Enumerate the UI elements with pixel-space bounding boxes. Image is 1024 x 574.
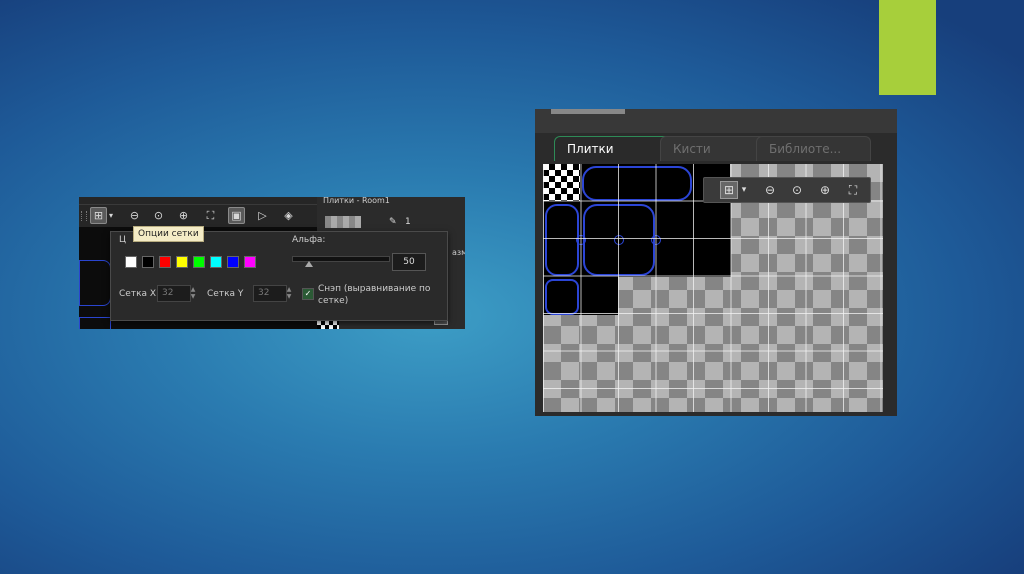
color-label: Ц: [119, 235, 126, 245]
canvas-toolbar: ⊞ ▾ ⊖ ⊙ ⊕ ⛶: [703, 177, 871, 203]
zoom-in-icon: ⊕: [178, 209, 189, 222]
panel-title: Плитки - Room1: [323, 197, 390, 205]
grid-dropdown-button[interactable]: ▾: [107, 207, 115, 224]
fullscreen-icon: ⛶: [206, 209, 215, 222]
zoom-in-icon: ⊕: [819, 183, 831, 197]
layer-number: 1: [405, 217, 411, 227]
tiles-panel-screenshot: Плитки Кисти Библиоте... ⊞ ▾ ⊖ ⊙ ⊕ ⛶: [535, 109, 897, 416]
frame-icon: ▣: [231, 209, 242, 222]
grid-x-label: Сетка X: [119, 289, 157, 299]
slide-accent-bar: [879, 0, 936, 95]
grid-icon: ⊞: [723, 183, 735, 197]
play-button[interactable]: ▷: [254, 207, 271, 224]
zoom-in-button[interactable]: ⊕: [175, 207, 192, 224]
fullscreen-button[interactable]: ⛶: [202, 207, 219, 224]
play-icon: ▷: [258, 209, 267, 222]
tab-brushes[interactable]: Кисти: [660, 136, 766, 161]
grid-options-screenshot: ⊞ ▾ ⊖ ⊙ ⊕ ⛶ ▣ ▷ ◈ Плитки - Room1 ✎ 1 азм…: [79, 197, 465, 329]
color-swatch[interactable]: [176, 256, 188, 268]
zoom-reset-button[interactable]: ⊙: [150, 207, 167, 224]
color-swatch[interactable]: [193, 256, 205, 268]
grid-dropdown-button[interactable]: ▾: [739, 181, 749, 199]
grid-y-label: Сетка Y: [207, 289, 244, 299]
snap-label: Снэп (выравнивание по сетке): [318, 284, 431, 306]
panel-bottom-edge: [535, 412, 897, 416]
grid-y-input[interactable]: 32: [253, 285, 287, 302]
zoom-in-button[interactable]: ⊕: [816, 181, 834, 199]
alpha-value-field[interactable]: 50: [392, 253, 426, 271]
canvas-tile: [79, 260, 111, 306]
fullscreen-button[interactable]: ⛶: [844, 181, 862, 199]
toolbar-top-strip: [79, 197, 317, 205]
frame-button[interactable]: ▣: [228, 207, 245, 224]
toolbar-grip[interactable]: [81, 211, 87, 221]
alpha-slider-thumb[interactable]: [305, 261, 313, 267]
color-swatch[interactable]: [210, 256, 222, 268]
partial-label: азме: [452, 248, 465, 257]
zoom-out-button[interactable]: ⊖: [126, 207, 143, 224]
dropdown-arrow-icon: ▾: [108, 211, 113, 220]
zoom-out-icon: ⊖: [764, 183, 776, 197]
zoom-out-icon: ⊖: [129, 209, 140, 222]
grid-options-tooltip: Опции сетки: [133, 226, 204, 242]
color-swatch[interactable]: [142, 256, 154, 268]
canvas-tile: [79, 317, 111, 329]
snap-checkbox[interactable]: ✓: [302, 288, 314, 300]
pen-icon[interactable]: ✎: [389, 217, 397, 227]
stamp-icon: ◈: [284, 209, 293, 222]
color-swatch[interactable]: [159, 256, 171, 268]
header-preview-strip: [551, 109, 625, 114]
grid-button[interactable]: ⊞: [720, 181, 738, 199]
grid-x-input[interactable]: 32: [157, 285, 191, 302]
grid-button[interactable]: ⊞: [90, 207, 107, 224]
zoom-reset-icon: ⊙: [791, 183, 803, 197]
tile-preview-strip: [325, 216, 361, 228]
panel-header: [535, 109, 897, 133]
tab-library[interactable]: Библиоте...: [756, 136, 871, 161]
color-swatch[interactable]: [227, 256, 239, 268]
zoom-out-button[interactable]: ⊖: [761, 181, 779, 199]
alpha-label: Альфа:: [292, 235, 326, 245]
zoom-reset-button[interactable]: ⊙: [788, 181, 806, 199]
room-toolbar: ⊞ ▾ ⊖ ⊙ ⊕ ⛶ ▣ ▷ ◈: [79, 205, 317, 227]
grid-y-spinner[interactable]: ▲ ▼: [285, 286, 293, 300]
stamp-button[interactable]: ◈: [280, 207, 297, 224]
dropdown-arrow-icon: ▾: [741, 185, 747, 195]
tab-tiles[interactable]: Плитки: [554, 136, 673, 161]
color-swatch[interactable]: [125, 256, 137, 268]
grid-options-popup: Ц Альфа: 50 Сетка X 32 ▲ ▼ Сетка Y 32 ▲ ▼ …: [110, 231, 448, 321]
color-swatch[interactable]: [244, 256, 256, 268]
grid-x-spinner[interactable]: ▲ ▼: [189, 286, 197, 300]
check-icon: ✓: [304, 289, 312, 298]
fullscreen-icon: ⛶: [848, 183, 858, 197]
grid-icon: ⊞: [93, 209, 104, 222]
zoom-reset-icon: ⊙: [153, 209, 164, 222]
